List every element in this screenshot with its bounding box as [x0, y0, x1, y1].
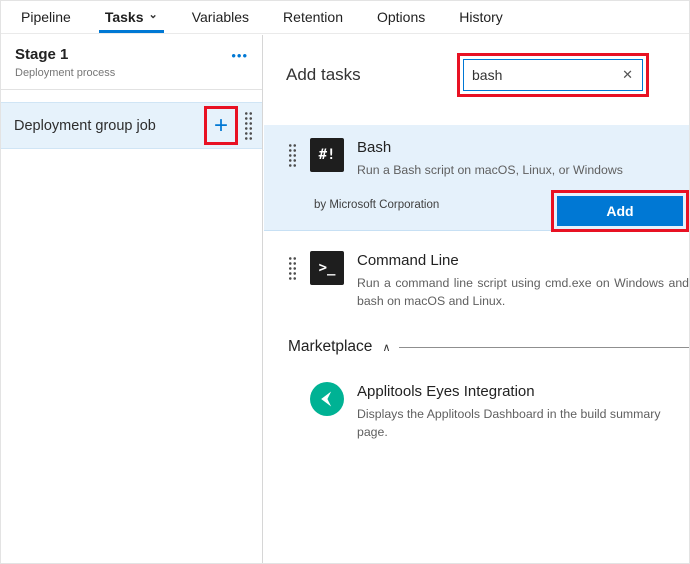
command-line-task-icon: >_: [310, 251, 344, 285]
panel-title: Add tasks: [286, 65, 361, 85]
clear-search-icon[interactable]: ✕: [618, 67, 642, 83]
add-tasks-panel: Add tasks ✕ #! Bash Run a Bash script on…: [264, 35, 689, 563]
tab-label: Options: [377, 9, 425, 25]
stage-header: Stage 1 Deployment process •••: [1, 35, 262, 90]
tab-retention[interactable]: Retention: [277, 1, 349, 33]
panel-header: Add tasks ✕: [264, 35, 689, 109]
drag-handle-icon[interactable]: [244, 111, 254, 141]
marketplace-item-applitools[interactable]: Applitools Eyes Integration Displays the…: [264, 356, 689, 442]
applitools-icon: [310, 382, 344, 416]
tab-label: Retention: [283, 9, 343, 25]
stage-title: Stage 1: [15, 46, 115, 63]
tab-options[interactable]: Options: [371, 1, 431, 33]
stage-titles: Stage 1 Deployment process: [15, 46, 115, 79]
task-texts: Command Line Run a command line script u…: [357, 251, 689, 311]
task-search-input[interactable]: [464, 67, 618, 83]
item-title: Applitools Eyes Integration: [357, 383, 689, 400]
stage-menu-button[interactable]: •••: [231, 48, 248, 63]
pipeline-nav-bar: Pipeline Tasks ⌄ Variables Retention Opt…: [1, 1, 689, 34]
item-texts: Applitools Eyes Integration Displays the…: [357, 382, 689, 442]
task-list-item-command-line[interactable]: >_ Command Line Run a command line scrip…: [264, 231, 689, 311]
tab-label: Pipeline: [21, 9, 71, 25]
task-title: Bash: [357, 139, 623, 156]
task-footer: by Microsoft Corporation Add: [264, 182, 689, 230]
stage-subtitle: Deployment process: [15, 67, 115, 79]
task-description: Run a command line script using cmd.exe …: [357, 275, 689, 311]
task-description: Run a Bash script on macOS, Linux, or Wi…: [357, 162, 623, 180]
tab-label: Tasks: [105, 9, 144, 25]
bash-task-icon: #!: [310, 138, 344, 172]
tab-pipeline[interactable]: Pipeline: [15, 1, 77, 33]
item-description: Displays the Applitools Dashboard in the…: [357, 406, 689, 442]
deployment-group-job-row[interactable]: Deployment group job +: [1, 102, 262, 149]
annotation-box-add-button: Add: [551, 190, 689, 232]
plus-icon: +: [214, 112, 228, 139]
tab-tasks[interactable]: Tasks ⌄: [99, 1, 164, 33]
annotation-box-add-task: +: [204, 106, 238, 145]
chevron-down-icon: ⌄: [149, 10, 158, 21]
marketplace-divider: [399, 347, 690, 348]
task-search-box: ✕: [463, 59, 643, 91]
tab-label: Variables: [192, 9, 249, 25]
task-list-item-bash[interactable]: #! Bash Run a Bash script on macOS, Linu…: [264, 125, 689, 231]
drag-handle-icon[interactable]: [288, 256, 297, 281]
task-texts: Bash Run a Bash script on macOS, Linux, …: [357, 138, 623, 180]
release-pipeline-editor: Pipeline Tasks ⌄ Variables Retention Opt…: [0, 0, 690, 564]
tab-history[interactable]: History: [453, 1, 509, 33]
chevron-up-icon: ∧: [382, 341, 390, 354]
add-task-to-job-button[interactable]: +: [208, 113, 234, 139]
stages-panel: Stage 1 Deployment process ••• Deploymen…: [1, 35, 263, 563]
publisher-label: by Microsoft Corporation: [314, 199, 439, 221]
tab-variables[interactable]: Variables: [186, 1, 255, 33]
marketplace-label: Marketplace: [288, 338, 372, 356]
drag-handle-icon[interactable]: [288, 143, 297, 168]
add-button[interactable]: Add: [557, 196, 683, 226]
tab-label: History: [459, 9, 503, 25]
marketplace-section-header[interactable]: Marketplace ∧: [288, 338, 689, 356]
job-label: Deployment group job: [14, 118, 204, 134]
task-row: #! Bash Run a Bash script on macOS, Linu…: [264, 125, 689, 180]
ellipsis-icon: •••: [231, 48, 248, 63]
task-title: Command Line: [357, 252, 689, 269]
annotation-box-search: ✕: [457, 53, 649, 97]
